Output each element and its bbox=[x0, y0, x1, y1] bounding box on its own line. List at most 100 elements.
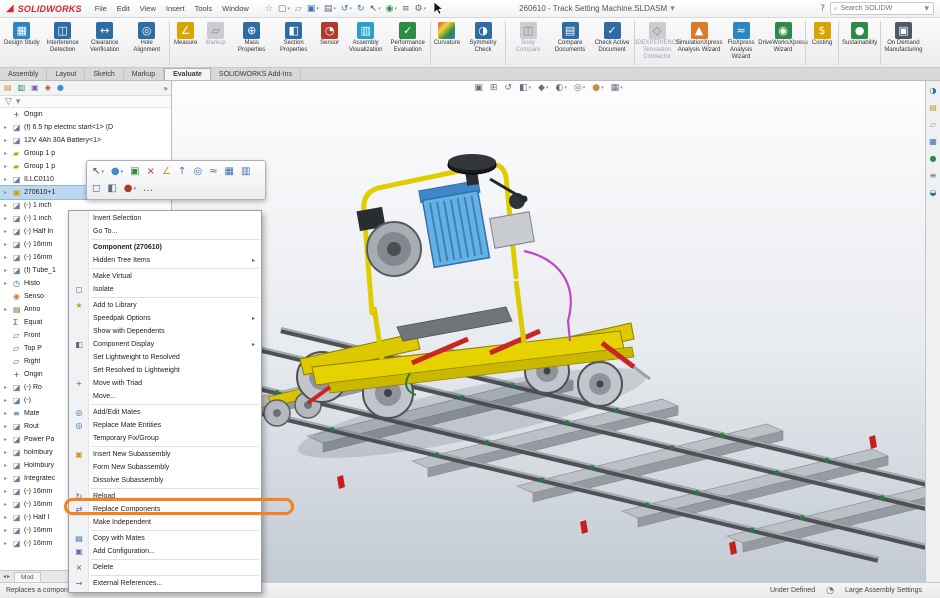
menu-insert[interactable]: Insert bbox=[161, 2, 190, 15]
zoom-area-icon[interactable]: ⊞ bbox=[490, 83, 498, 93]
appearance-icon[interactable]: ●▾ bbox=[109, 166, 125, 177]
appearance-sphere-icon[interactable]: ●▾ bbox=[122, 183, 138, 194]
search-box[interactable]: ▾ bbox=[830, 2, 934, 15]
ribbon-tool-simulationxpress-analysis-wizard[interactable]: ▲SimulationXpress Analysis Wizard bbox=[678, 21, 720, 55]
menu-item-make-virtual[interactable]: Make Virtual bbox=[69, 270, 261, 283]
tree-item-origin[interactable]: +Origin bbox=[0, 108, 171, 121]
menu-item-replace-mate-entities[interactable]: ◎Replace Mate Entities bbox=[69, 419, 261, 432]
menu-item-set-lightweight-to-resolved[interactable]: Set Lightweight to Resolved bbox=[69, 351, 261, 364]
menu-item-add-edit-mates[interactable]: ◎Add/Edit Mates bbox=[69, 406, 261, 419]
tab-evaluate[interactable]: Evaluate bbox=[164, 68, 211, 80]
expand-arrow-icon[interactable]: ▸ bbox=[4, 215, 11, 222]
ribbon-tool-on-demand-manufacturing[interactable]: ▣On Demand Manufacturing bbox=[882, 21, 924, 55]
ribbon-tool-design-study[interactable]: ▦Design Study bbox=[2, 21, 42, 48]
attachment-icon[interactable]: ≈ bbox=[207, 166, 219, 177]
select-icon[interactable]: ↖▾ bbox=[90, 166, 106, 177]
appearances-scenes-icon[interactable]: ● bbox=[929, 154, 938, 164]
ribbon-tool-body-compare[interactable]: ◫Body Compare bbox=[507, 21, 549, 55]
tab-solidworks-add-ins[interactable]: SOLIDWORKS Add-Ins bbox=[211, 68, 301, 80]
tab-markup[interactable]: Markup bbox=[124, 68, 164, 80]
propertymanager-icon[interactable]: ▥ bbox=[17, 83, 27, 93]
ribbon-tool-sensor[interactable]: ◔Sensor bbox=[315, 21, 345, 48]
tab-sketch[interactable]: Sketch bbox=[85, 68, 123, 80]
ribbon-tool-driveworksxpress-wizard[interactable]: ◉DriveWorksXpress Wizard bbox=[762, 21, 804, 55]
filter-caret-icon[interactable]: ▾ bbox=[15, 97, 22, 107]
menu-item-insert-new-subassembly[interactable]: ▣Insert New Subassembly bbox=[69, 448, 261, 461]
more-options-icon[interactable]: … bbox=[141, 183, 155, 194]
rebuild-icon[interactable]: ◉▾ bbox=[385, 4, 398, 14]
configurationmanager-icon[interactable]: ▣ bbox=[30, 83, 40, 93]
ribbon-tool-section-properties[interactable]: ◧Section Properties bbox=[273, 21, 315, 55]
view-orientation-icon[interactable]: ◆▾ bbox=[538, 83, 548, 93]
expand-arrow-icon[interactable]: ▸ bbox=[4, 202, 11, 209]
graphics-area[interactable]: ▣⊞↺◧▾◆▾◐▾◎▾●▾▦▾ bbox=[172, 81, 925, 582]
menu-item-go-to[interactable]: Go To... bbox=[69, 225, 261, 238]
select-icon[interactable]: ↖▾ bbox=[369, 4, 382, 14]
zoom-fit-icon[interactable]: ▣ bbox=[474, 83, 483, 93]
search-input[interactable] bbox=[840, 5, 920, 12]
ribbon-tool-hole-alignment[interactable]: ◎Hole Alignment bbox=[126, 21, 168, 55]
recent-documents-caret-icon[interactable]: ▾ bbox=[669, 4, 676, 14]
explode-icon[interactable]: ↑ bbox=[176, 166, 188, 177]
expand-arrow-icon[interactable]: ▸ bbox=[4, 137, 11, 144]
menu-item-move[interactable]: Move... bbox=[69, 390, 261, 403]
section-view-icon[interactable]: ◧▾ bbox=[519, 83, 531, 93]
menu-item-copy-with-mates[interactable]: ▤Copy with Mates bbox=[69, 532, 261, 545]
help-icon[interactable]: ? bbox=[819, 4, 826, 14]
expand-arrow-icon[interactable]: ▸ bbox=[4, 436, 11, 443]
expand-arrow-icon[interactable]: ▸ bbox=[4, 254, 11, 261]
menu-item-delete[interactable]: ×Delete bbox=[69, 561, 261, 574]
expand-arrow-icon[interactable]: ▸ bbox=[4, 410, 11, 417]
ribbon-tool-clearance-verification[interactable]: ↔Clearance Verification bbox=[84, 21, 126, 55]
expand-arrow-icon[interactable]: ▸ bbox=[4, 306, 11, 313]
ribbon-tool-sustainability[interactable]: ●Sustainability bbox=[840, 21, 879, 48]
new-file-icon[interactable]: ▢▾ bbox=[277, 4, 291, 14]
expand-arrow-icon[interactable]: ▸ bbox=[4, 124, 11, 131]
component-icon[interactable]: ▣ bbox=[128, 166, 141, 177]
view-palette-icon[interactable]: ▦ bbox=[928, 137, 938, 147]
save-icon[interactable]: ▣▾ bbox=[306, 4, 320, 14]
expand-arrow-icon[interactable]: ▸ bbox=[4, 475, 11, 482]
custom-properties-icon[interactable]: ≡ bbox=[929, 171, 938, 181]
expand-arrow-icon[interactable]: ▸ bbox=[4, 397, 11, 404]
ribbon-tool-measure[interactable]: ∠Measure bbox=[171, 21, 201, 48]
menu-item-speedpak-options[interactable]: Speedpak Options▸ bbox=[69, 312, 261, 325]
star-icon[interactable]: ☆ bbox=[264, 4, 274, 14]
tab-model[interactable]: Mod bbox=[14, 572, 41, 582]
3dexperience-icon[interactable]: ◑ bbox=[929, 86, 938, 96]
display-style-icon[interactable]: ◐▾ bbox=[555, 83, 566, 93]
ribbon-tool-markup[interactable]: ▱Markup bbox=[201, 21, 231, 48]
mate-icon[interactable]: ◎ bbox=[191, 166, 204, 177]
print-icon[interactable]: ▤▾ bbox=[323, 4, 337, 14]
expand-arrow-icon[interactable]: ▸ bbox=[4, 514, 11, 521]
expand-arrow-icon[interactable]: ▸ bbox=[4, 176, 11, 183]
ribbon-tool-costing[interactable]: $Costing bbox=[807, 21, 837, 48]
menu-window[interactable]: Window bbox=[217, 2, 254, 15]
expand-arrow-icon[interactable]: ▸ bbox=[4, 527, 11, 534]
dimxpert-icon[interactable]: ◈ bbox=[44, 83, 52, 93]
expand-arrow-icon[interactable]: ▸ bbox=[4, 150, 11, 157]
menu-item-move-with-triad[interactable]: +Move with Triad bbox=[69, 377, 261, 390]
menu-item-isolate[interactable]: ◻Isolate bbox=[69, 283, 261, 296]
chevron-double-icon[interactable]: » bbox=[163, 84, 168, 93]
menu-item-reload[interactable]: ↻Reload bbox=[69, 490, 261, 503]
scene-icon[interactable]: ▦▾ bbox=[611, 83, 623, 93]
menu-item-add-configuration[interactable]: ▣Add Configuration... bbox=[69, 545, 261, 558]
expand-arrow-icon[interactable]: ▸ bbox=[4, 384, 11, 391]
menu-item-form-new-subassembly[interactable]: Form New Subassembly bbox=[69, 461, 261, 474]
menu-item-make-independent[interactable]: Make Independent bbox=[69, 516, 261, 529]
hide-show-icon[interactable]: ◎▾ bbox=[574, 83, 585, 93]
measure-icon[interactable]: ∠ bbox=[160, 166, 173, 177]
menu-view[interactable]: View bbox=[135, 2, 161, 15]
tab-assembly[interactable]: Assembly bbox=[0, 68, 47, 80]
tree-item-f-6-5-hp-electric-start-1-d[interactable]: ▸◪(f) 6.5 hp electric start<1> (D bbox=[0, 121, 171, 134]
ribbon-tool-curvature[interactable]: Curvature bbox=[432, 21, 462, 48]
menu-item-hidden-tree-items[interactable]: Hidden Tree Items▸ bbox=[69, 254, 261, 267]
expand-arrow-icon[interactable]: ▸ bbox=[4, 163, 11, 170]
ribbon-tool-interference-detection[interactable]: ◫Interference Detection bbox=[42, 21, 84, 55]
tab-layout[interactable]: Layout bbox=[47, 68, 85, 80]
undo-icon[interactable]: ↺▾ bbox=[340, 4, 353, 14]
tree-item-12v-4ah-30a-battery-1[interactable]: ▸◪12V 4Ah 30A Battery<1> bbox=[0, 134, 171, 147]
expand-arrow-icon[interactable]: ▸ bbox=[4, 462, 11, 469]
menu-item-temporary-fix-group[interactable]: Temporary Fix/Group bbox=[69, 432, 261, 445]
